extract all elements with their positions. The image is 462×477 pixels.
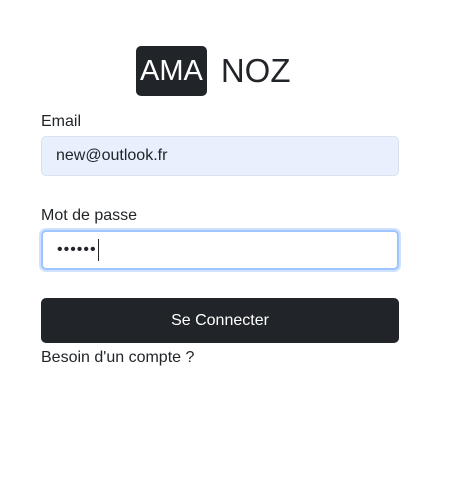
logo-text: NOZ — [220, 52, 291, 89]
logo-badge: AMA — [136, 46, 207, 96]
password-field[interactable]: •••••• — [41, 230, 399, 270]
email-field[interactable]: new@outlook.fr — [41, 136, 399, 176]
login-button-label: Se Connecter — [171, 311, 269, 329]
create-account-link[interactable]: Besoin d'un compte ? — [41, 349, 194, 367]
text-caret — [97, 239, 99, 261]
password-value: •••••• — [57, 241, 97, 258]
brand-logo: AMA NOZ — [136, 46, 291, 96]
password-label: Mot de passe — [41, 207, 138, 224]
email-label: Email — [41, 113, 82, 130]
login-page: AMA NOZ Email new@outlook.fr Mot de pass… — [0, 0, 462, 477]
login-button[interactable]: Se Connecter — [41, 298, 399, 343]
email-value: new@outlook.fr — [56, 147, 168, 164]
